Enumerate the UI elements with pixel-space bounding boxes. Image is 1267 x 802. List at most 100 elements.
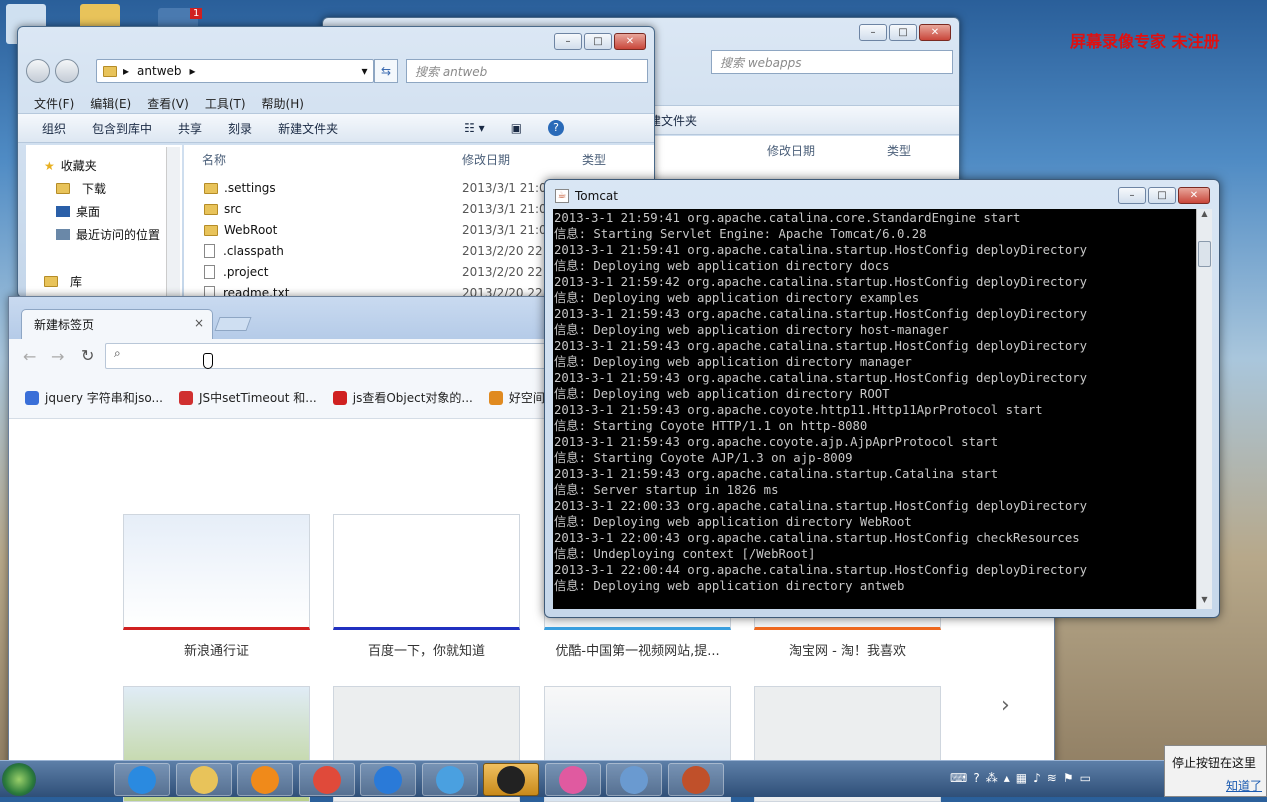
folder-icon (204, 203, 218, 215)
thumbnail-caption[interactable]: 淘宝网 - 淘！我喜欢 (754, 640, 941, 659)
taskbar-app-editor[interactable] (237, 763, 293, 796)
forward-button[interactable] (55, 59, 79, 83)
back-button[interactable] (26, 59, 50, 83)
next-page-arrow-icon[interactable]: › (1001, 693, 1010, 718)
file-row[interactable]: WebRoot (204, 223, 277, 237)
file-date: 2013/2/20 22: (462, 244, 547, 258)
tab-close-icon[interactable]: × (194, 316, 204, 330)
minimize-button[interactable]: – (554, 33, 582, 50)
address-bar[interactable]: ▸ antweb ▸ ▾ (96, 59, 374, 83)
nav-desktop[interactable]: 桌面 (56, 203, 100, 220)
taskbar-app-ie[interactable] (114, 763, 170, 796)
menu-view[interactable]: 查看(V) (147, 95, 189, 112)
thumbnail-baidu[interactable] (333, 514, 520, 630)
breadcrumb-chevron-icon[interactable]: ▸ (190, 64, 196, 78)
taskbar-app-color-app[interactable] (544, 763, 601, 796)
burn-button[interactable]: 刻录 (228, 120, 252, 137)
keyboard-icon[interactable]: ⌨ (950, 771, 967, 785)
nav-favorites[interactable]: ★ 收藏夹 (44, 157, 97, 174)
file-row[interactable]: .settings (204, 181, 276, 195)
bookmark-item[interactable]: JS中setTimeout 和... (178, 389, 317, 406)
bookmark-item[interactable]: jquery 字符串和jso... (25, 389, 163, 406)
thumbnail-caption[interactable]: 新浪通行证 (123, 640, 310, 659)
scroll-down-icon[interactable]: ▼ (1197, 595, 1212, 609)
forward-arrow-icon[interactable]: → (51, 347, 64, 366)
view-options-icon[interactable]: ☷ ▾ (464, 121, 485, 135)
menu-tools[interactable]: 工具(T) (205, 95, 246, 112)
start-button[interactable] (2, 763, 36, 796)
thumbnail-sina[interactable] (123, 514, 310, 630)
refresh-button[interactable]: ⇆ (374, 59, 398, 83)
organize-button[interactable]: 组织 (42, 120, 66, 137)
nav-downloads[interactable]: 下载 (56, 180, 106, 197)
taskbar-app-chrome[interactable] (298, 763, 355, 796)
taskbar-app-remote[interactable] (606, 763, 662, 796)
tomcat-window[interactable]: ☕ Tomcat – □ ✕ 2013-3-1 21:59:41 org.apa… (544, 179, 1220, 618)
breadcrumb[interactable]: antweb (137, 64, 181, 78)
dropdown-icon[interactable]: ▾ (362, 64, 368, 78)
notification-link[interactable]: 知道了 (1226, 777, 1266, 794)
file-row[interactable]: .project (204, 265, 268, 279)
wifi-icon[interactable]: ≋ (1047, 771, 1057, 785)
column-date[interactable]: 修改日期 (462, 151, 510, 168)
menu-help[interactable]: 帮助(H) (262, 95, 304, 112)
share-button[interactable]: 共享 (178, 120, 202, 137)
console-scrollbar[interactable]: ▲ ▼ (1196, 209, 1212, 609)
recent-places-icon (56, 229, 70, 240)
include-library-button[interactable]: 包含到库中 (92, 120, 152, 137)
menu-file[interactable]: 文件(F) (34, 95, 74, 112)
file-row[interactable]: src (204, 202, 242, 216)
search-input[interactable]: 搜索 webapps (711, 50, 953, 74)
bird-icon (435, 765, 464, 794)
tray-expand-icon[interactable]: ▴ (1004, 771, 1010, 785)
nav-recent[interactable]: 最近访问的位置 (56, 226, 160, 243)
maximize-button[interactable]: □ (584, 33, 612, 50)
console-line: 2013-3-1 21:59:43 org.apache.catalina.st… (554, 339, 1088, 353)
ime-icon[interactable]: ⁂ (986, 771, 998, 785)
taskbar-app-qq[interactable] (483, 763, 539, 796)
minimize-button[interactable]: – (859, 24, 887, 41)
folder-icon (103, 65, 117, 77)
scroll-up-icon[interactable]: ▲ (1197, 209, 1212, 223)
maximize-button[interactable]: □ (889, 24, 917, 41)
taskbar-app-kugou[interactable] (360, 763, 416, 796)
maximize-button[interactable]: □ (1148, 187, 1176, 204)
volume-icon[interactable]: ♪ (1033, 771, 1041, 785)
close-button[interactable]: ✕ (1178, 187, 1210, 204)
thumbnail-caption[interactable]: 百度一下，你就知道 (333, 640, 520, 659)
column-date[interactable]: 修改日期 (767, 142, 815, 159)
file-row[interactable]: .classpath (204, 244, 284, 258)
nav-library[interactable]: 库 (44, 273, 82, 290)
close-button[interactable]: ✕ (614, 33, 646, 50)
column-type[interactable]: 类型 (582, 151, 606, 168)
preview-pane-icon[interactable]: ▣ (511, 121, 522, 135)
help-tray-icon[interactable]: ? (973, 771, 979, 785)
minimize-button[interactable]: – (1118, 187, 1146, 204)
reload-icon[interactable]: ↻ (81, 346, 94, 365)
new-folder-button[interactable]: 建文件夹 (649, 112, 697, 129)
flag-icon[interactable]: ⚑ (1063, 771, 1074, 785)
new-folder-button[interactable]: 新建文件夹 (278, 120, 338, 137)
display-icon[interactable]: ▭ (1080, 771, 1091, 785)
network-icon[interactable]: ▦ (1016, 771, 1027, 785)
console-line: 信息: Starting Coyote AJP/1.3 on ajp-8009 (554, 451, 853, 465)
bookmark-item[interactable]: js查看Object对象的... (332, 389, 473, 406)
taskbar-app-java[interactable] (667, 763, 724, 796)
tab-new[interactable]: 新建标签页 × (21, 309, 213, 339)
nav-scrollbar[interactable] (166, 147, 180, 297)
file-icon (204, 265, 215, 279)
close-button[interactable]: ✕ (919, 24, 951, 41)
column-type[interactable]: 类型 (887, 142, 911, 159)
taskbar-app-bird[interactable] (421, 763, 478, 796)
column-name[interactable]: 名称 (202, 151, 226, 168)
scroll-thumb[interactable] (1198, 241, 1211, 267)
thumbnail-caption[interactable]: 优酷-中国第一视频网站,提... (544, 640, 731, 659)
taskbar-app-explorer[interactable] (175, 763, 232, 796)
menu-edit[interactable]: 编辑(E) (90, 95, 131, 112)
search-input[interactable]: 搜索 antweb (406, 59, 648, 83)
console-output[interactable]: 2013-3-1 21:59:41 org.apache.catalina.co… (553, 209, 1204, 609)
tab-title: 新建标签页 (34, 318, 95, 332)
new-tab-button[interactable] (214, 317, 252, 331)
help-icon[interactable]: ? (548, 120, 565, 136)
back-arrow-icon[interactable]: ← (23, 347, 36, 366)
